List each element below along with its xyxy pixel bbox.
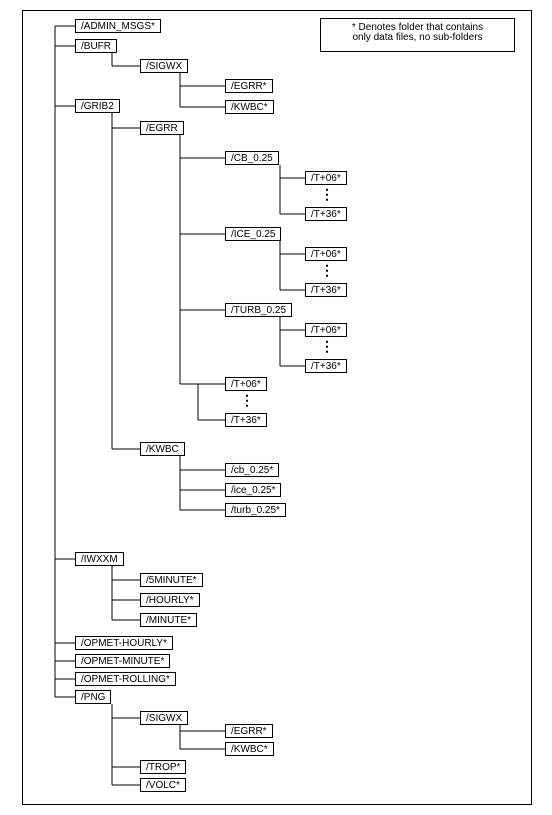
legend-box: * Denotes folder that contains only data… <box>320 18 515 52</box>
node-t06-cb: /T+06* <box>305 171 347 185</box>
node-t36-turb: /T+36* <box>305 359 347 373</box>
node-sigwx-png: /SIGWX <box>140 711 188 725</box>
diagram-page: * Denotes folder that contains only data… <box>0 0 552 815</box>
node-5minute: /5MINUTE* <box>140 573 203 587</box>
node-egrr-bufr: /EGRR* <box>225 79 273 93</box>
node-hourly: /HOURLY* <box>140 593 200 607</box>
node-t06-egrr: /T+06* <box>225 377 267 391</box>
node-egrr-png: /EGRR* <box>225 724 273 738</box>
node-t36-egrr: /T+36* <box>225 413 267 427</box>
node-volc: /VOLC* <box>140 778 186 792</box>
legend-line2: only data files, no sub-folders <box>321 33 514 43</box>
node-minute: /MINUTE* <box>140 613 197 627</box>
ellipsis-icon: ⋮ <box>246 393 250 408</box>
node-t06-ice: /T+06* <box>305 247 347 261</box>
node-kwbc-grib2: /KWBC <box>140 442 185 456</box>
node-ice-025: /ICE_0.25 <box>225 227 281 241</box>
ellipsis-icon: ⋮ <box>326 187 330 202</box>
node-cb-025s: /cb_0.25* <box>225 463 279 477</box>
node-opmet-hourly: /OPMET-HOURLY* <box>75 636 173 650</box>
node-trop: /TROP* <box>140 760 186 774</box>
node-cb-025: /CB_0.25 <box>225 151 279 165</box>
node-admin-msgs: /ADMIN_MSGS* <box>75 19 161 33</box>
node-t36-cb: /T+36* <box>305 207 347 221</box>
ellipsis-icon: ⋮ <box>326 263 330 278</box>
node-sigwx-bufr: /SIGWX <box>140 59 188 73</box>
ellipsis-icon: ⋮ <box>326 339 330 354</box>
node-opmet-rolling: /OPMET-ROLLING* <box>75 672 176 686</box>
node-png: /PNG <box>75 690 111 704</box>
node-turb-025s: /turb_0.25* <box>225 503 286 517</box>
node-egrr-grib2: /EGRR <box>140 121 184 135</box>
node-grib2: /GRIB2 <box>75 99 120 113</box>
node-t36-ice: /T+36* <box>305 283 347 297</box>
node-kwbc-bufr: /KWBC* <box>225 100 274 114</box>
node-iwxxm: /IWXXM <box>75 552 124 566</box>
node-turb-025: /TURB_0.25 <box>225 303 292 317</box>
node-kwbc-png: /KWBC* <box>225 742 274 756</box>
node-opmet-minute: /OPMET-MINUTE* <box>75 654 170 668</box>
node-ice-025s: /ice_0.25* <box>225 483 281 497</box>
node-bufr: /BUFR <box>75 39 117 53</box>
node-t06-turb: /T+06* <box>305 323 347 337</box>
